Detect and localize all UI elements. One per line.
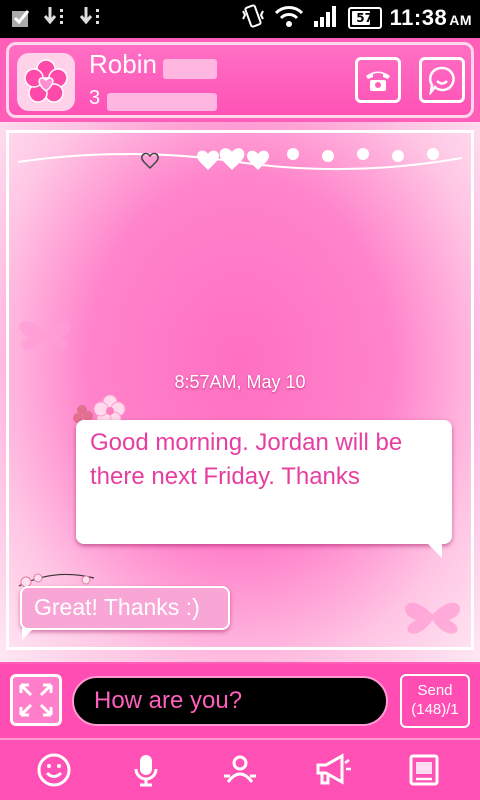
outgoing-message-text: Great! Thanks :) <box>34 594 200 620</box>
time-value: 11:38 <box>389 5 448 30</box>
conversation-area[interactable]: 8:57AM, May 10 Good morning. Jordan will… <box>0 122 480 662</box>
butterfly-icon <box>19 321 71 350</box>
incoming-message-text: Good morning. Jordan will be there next … <box>90 429 403 490</box>
emoticon-button[interactable] <box>419 57 465 103</box>
usb-download-icon <box>43 5 70 31</box>
expand-arrows-icon <box>19 683 53 717</box>
redacted-name <box>163 59 217 79</box>
wifi-icon <box>274 4 304 32</box>
character-counter: (148)/1 <box>411 701 459 718</box>
contact-name: Robin <box>89 49 157 79</box>
battery-icon: 57 <box>347 7 382 29</box>
send-label: Send <box>417 682 453 699</box>
battery-level: 57 <box>356 11 373 25</box>
signal-icon <box>312 3 340 33</box>
vibrate-icon <box>240 3 266 33</box>
status-bar: 57 11:38 AM <box>0 0 480 38</box>
template-button[interactable] <box>400 746 448 794</box>
megaphone-icon <box>316 753 351 785</box>
emoticon-icon <box>428 66 455 95</box>
bottom-toolbar <box>0 738 480 800</box>
outgoing-message[interactable]: Great! Thanks :) <box>20 586 230 640</box>
voice-input-button[interactable] <box>122 746 170 794</box>
call-button[interactable] <box>355 57 401 103</box>
message-timestamp: 8:57AM, May 10 <box>174 372 306 392</box>
incoming-message[interactable]: Good morning. Jordan will be there next … <box>76 420 452 558</box>
conversation-header: Robin 3 <box>6 42 474 118</box>
checkbox-icon <box>8 5 34 31</box>
smiley-button[interactable] <box>30 746 78 794</box>
status-time: 11:38 AM <box>390 5 472 31</box>
contact-card-icon <box>224 755 256 783</box>
butterfly-icon <box>405 602 460 634</box>
usb-download-icon <box>79 5 106 31</box>
message-input[interactable]: How are you? <box>72 676 388 726</box>
contact-number: 3 <box>89 87 101 109</box>
smiley-icon <box>37 753 71 787</box>
hearts-decoration <box>18 148 462 171</box>
attach-button[interactable] <box>10 674 62 726</box>
bubble-tail <box>428 544 442 558</box>
bubble-tail <box>22 628 34 640</box>
quick-text-button[interactable] <box>308 746 356 794</box>
avatar[interactable] <box>17 53 75 111</box>
redacted-number <box>107 93 217 111</box>
phone-icon <box>366 71 390 91</box>
insert-contact-button[interactable] <box>216 746 264 794</box>
send-button[interactable]: Send (148)/1 <box>400 674 470 728</box>
compose-bar: How are you? Send (148)/1 <box>0 664 480 738</box>
template-icon <box>409 754 439 786</box>
flower-heart-icon <box>24 59 68 103</box>
microphone-icon <box>134 755 158 787</box>
time-ampm: AM <box>449 12 472 28</box>
